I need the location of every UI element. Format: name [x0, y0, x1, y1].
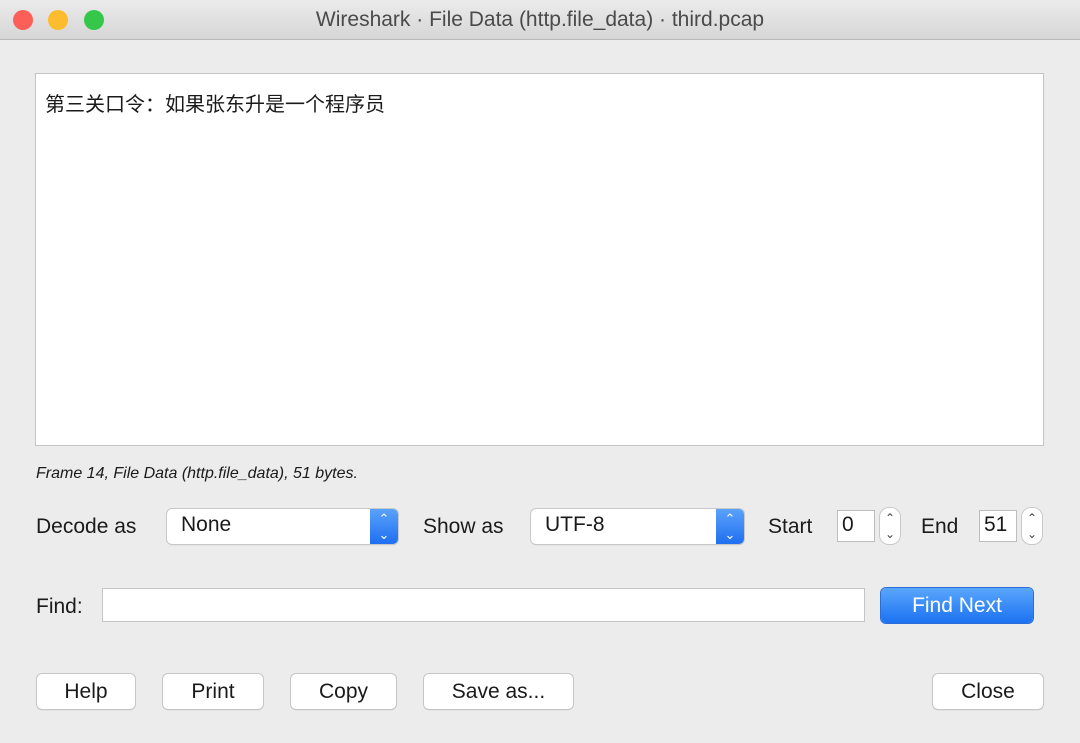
start-input[interactable]: 0 [837, 510, 875, 542]
chevron-up-down-icon: ⌃ ⌄ [370, 509, 398, 544]
copy-button[interactable]: Copy [291, 674, 396, 709]
title-bar: Wireshark · File Data (http.file_data) ·… [0, 0, 1080, 40]
save-as-button[interactable]: Save as... [424, 674, 573, 709]
decode-as-value: None [181, 513, 232, 536]
decode-as-label: Decode as [36, 515, 137, 538]
print-button[interactable]: Print [163, 674, 263, 709]
close-button[interactable]: Close [933, 674, 1043, 709]
decode-as-select[interactable]: None ⌃ ⌄ [167, 509, 398, 544]
end-stepper[interactable]: ⌃ ⌄ [1022, 508, 1042, 544]
start-label: Start [768, 515, 813, 538]
end-input[interactable]: 51 [979, 510, 1017, 542]
show-as-select[interactable]: UTF-8 ⌃ ⌄ [531, 509, 744, 544]
window-title: Wireshark · File Data (http.file_data) ·… [315, 8, 765, 31]
chevron-up-down-icon: ⌃ ⌄ [716, 509, 744, 544]
find-next-button[interactable]: Find Next [881, 588, 1033, 623]
find-input[interactable] [102, 588, 865, 622]
find-label: Find: [36, 595, 83, 618]
file-data-text-area[interactable]: 第三关口令：如果张东升是一个程序员 [35, 73, 1044, 446]
show-as-value: UTF-8 [545, 513, 605, 536]
help-button[interactable]: Help [37, 674, 135, 709]
show-as-label: Show as [423, 515, 504, 538]
start-stepper[interactable]: ⌃ ⌄ [880, 508, 900, 544]
end-label: End [921, 515, 959, 538]
frame-info: Frame 14, File Data (http.file_data), 51… [36, 465, 358, 482]
